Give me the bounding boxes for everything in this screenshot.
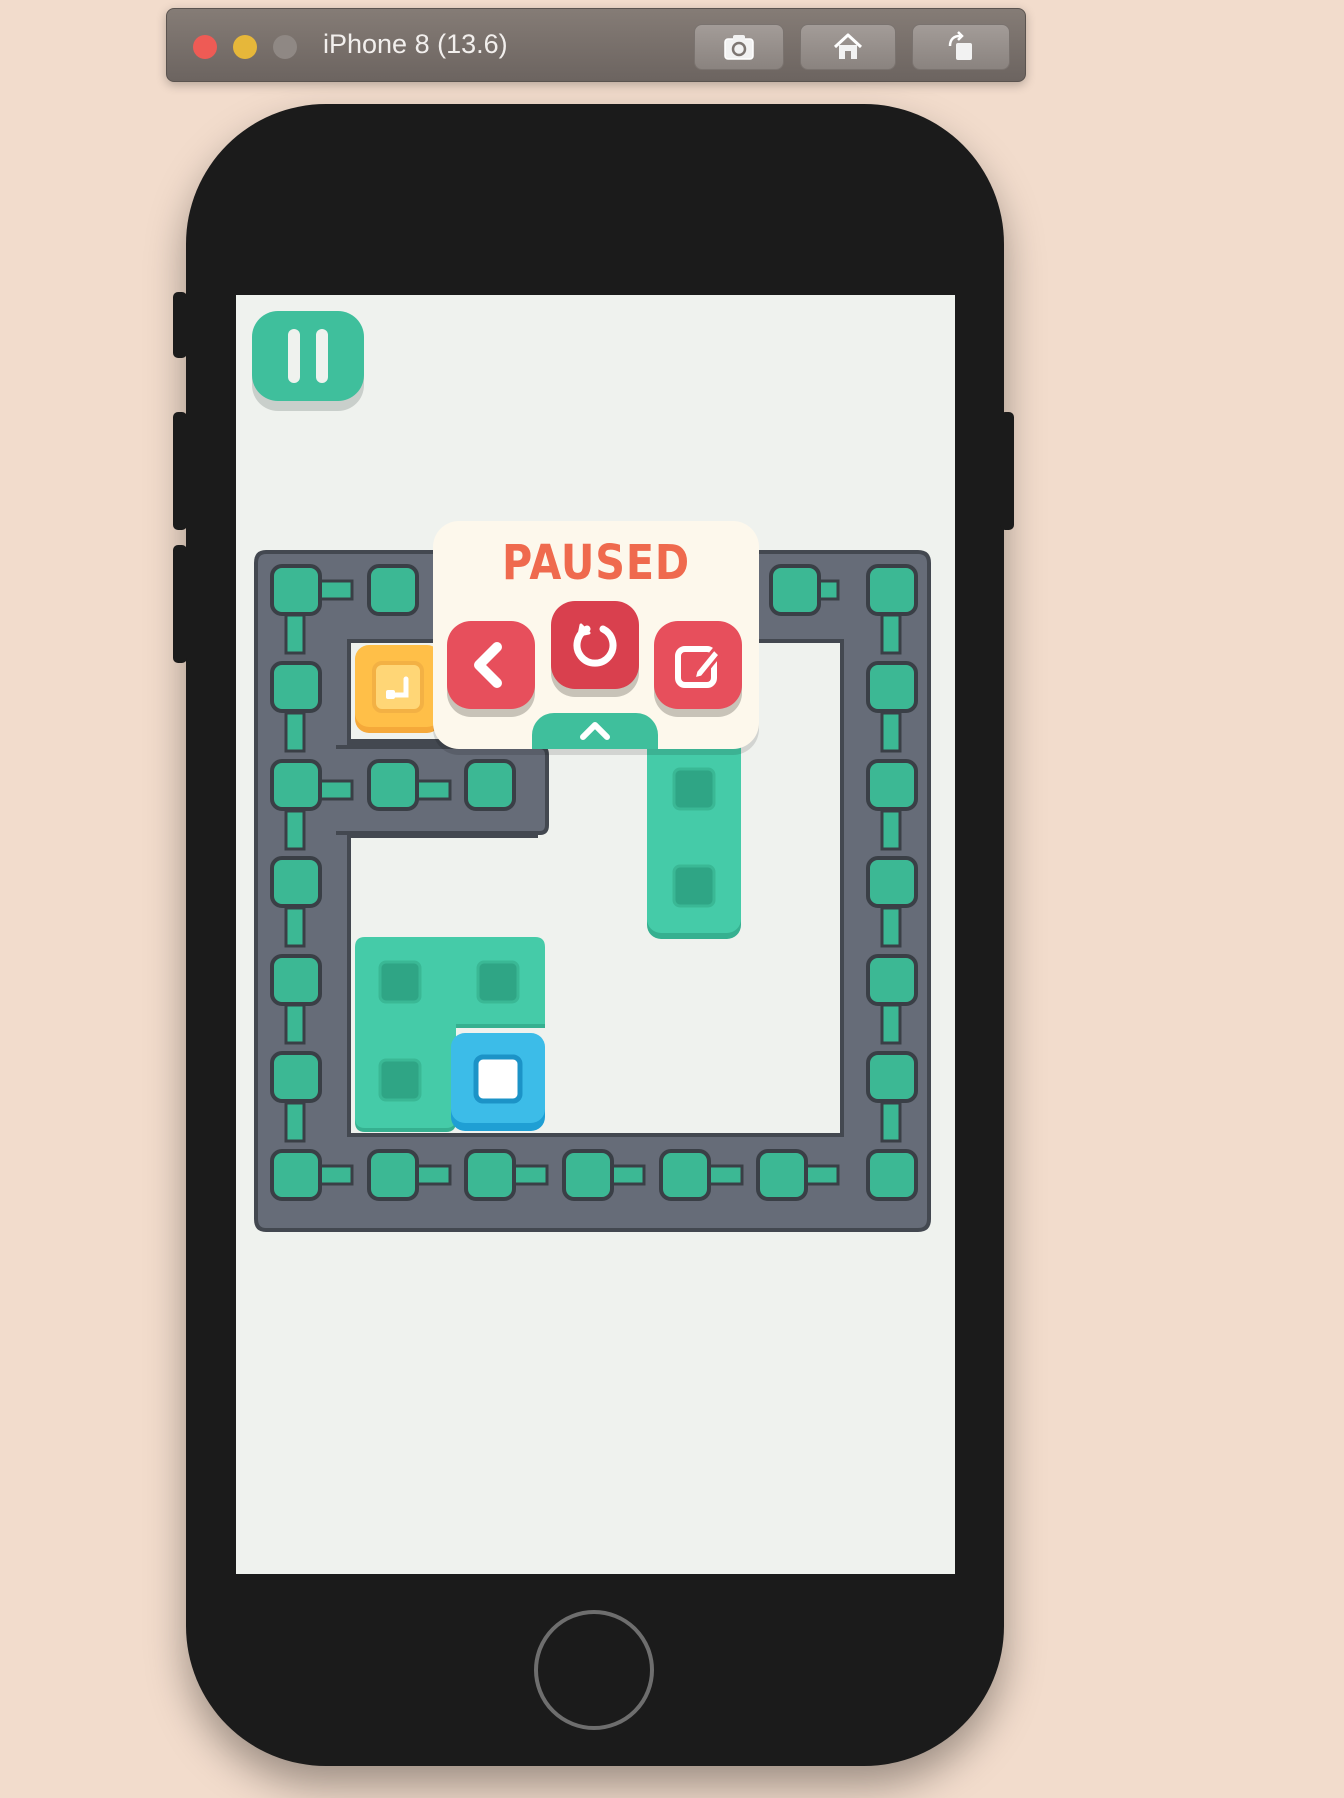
minimize-window-button[interactable] <box>233 35 257 59</box>
edit-icon <box>675 646 722 688</box>
home-hw-button[interactable] <box>800 24 896 70</box>
rotate-button[interactable] <box>912 24 1010 70</box>
simulator-titlebar: iPhone 8 (13.6) <box>166 8 1026 82</box>
pause-icon-bar <box>316 329 328 383</box>
screenshot-button[interactable] <box>694 24 784 70</box>
screenshot-icon <box>724 35 754 60</box>
game-screen: PAUSED <box>236 295 955 1574</box>
pause-menu: PAUSED <box>433 521 759 749</box>
volume-up-button <box>173 412 187 530</box>
pause-icon <box>288 329 300 383</box>
restart-button[interactable] <box>551 601 639 689</box>
home-icon <box>833 33 863 59</box>
pause-title: PAUSED <box>501 535 691 591</box>
home-button[interactable] <box>534 1610 654 1730</box>
window-title: iPhone 8 (13.6) <box>323 29 508 59</box>
zoom-window-button[interactable] <box>273 35 297 59</box>
volume-down-button <box>173 545 187 663</box>
edit-button[interactable] <box>654 621 742 709</box>
back-icon <box>474 642 502 688</box>
collapse-menu-tab[interactable] <box>532 713 658 749</box>
pause-button[interactable] <box>252 311 364 401</box>
close-window-button[interactable] <box>193 35 217 59</box>
power-button <box>1000 412 1014 530</box>
chevron-up-icon <box>580 722 610 740</box>
puzzle-board-frame <box>254 550 931 1232</box>
back-button[interactable] <box>447 621 535 709</box>
rotate-icon <box>948 31 972 60</box>
blue-player-block <box>451 1033 545 1131</box>
silent-switch <box>173 292 187 358</box>
restart-icon <box>573 623 617 667</box>
yellow-goal-block <box>355 645 441 733</box>
